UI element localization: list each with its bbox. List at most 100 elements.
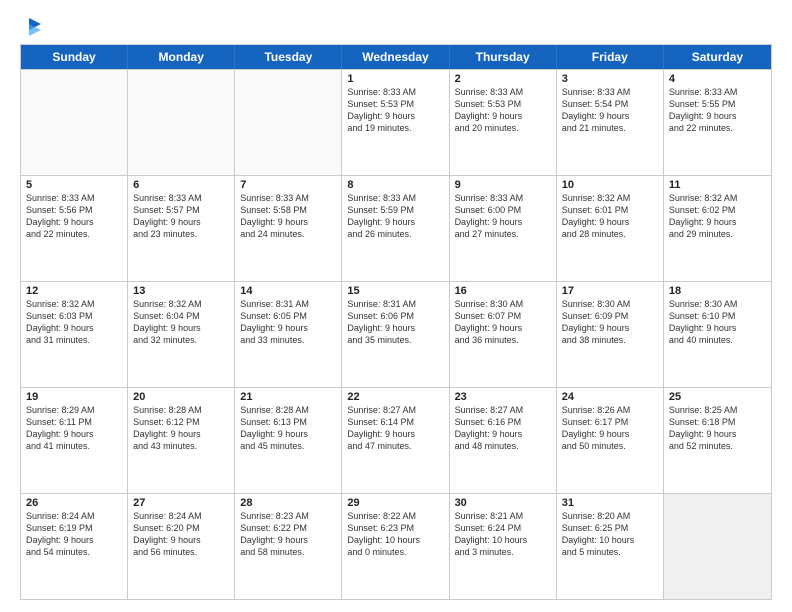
cell-line: Sunset: 6:14 PM [347, 416, 443, 428]
calendar-cell: 22Sunrise: 8:27 AMSunset: 6:14 PMDayligh… [342, 388, 449, 493]
cell-line: and 31 minutes. [26, 334, 122, 346]
cell-line: Sunrise: 8:24 AM [133, 510, 229, 522]
cell-line: Sunrise: 8:33 AM [347, 192, 443, 204]
day-number: 19 [26, 391, 122, 403]
calendar-cell: 10Sunrise: 8:32 AMSunset: 6:01 PMDayligh… [557, 176, 664, 281]
day-number: 10 [562, 179, 658, 191]
cell-line: Sunrise: 8:23 AM [240, 510, 336, 522]
day-number: 13 [133, 285, 229, 297]
day-number: 14 [240, 285, 336, 297]
cell-line: Sunset: 6:00 PM [455, 204, 551, 216]
day-number: 26 [26, 497, 122, 509]
day-number: 27 [133, 497, 229, 509]
calendar-cell [128, 70, 235, 175]
cell-line: Sunset: 5:55 PM [669, 98, 766, 110]
cell-line: Sunrise: 8:33 AM [455, 86, 551, 98]
cell-line: and 32 minutes. [133, 334, 229, 346]
cell-line: Daylight: 10 hours [455, 534, 551, 546]
day-number: 1 [347, 73, 443, 85]
calendar-cell: 7Sunrise: 8:33 AMSunset: 5:58 PMDaylight… [235, 176, 342, 281]
cell-line: Sunset: 5:59 PM [347, 204, 443, 216]
cell-line: Sunrise: 8:33 AM [669, 86, 766, 98]
calendar-cell: 16Sunrise: 8:30 AMSunset: 6:07 PMDayligh… [450, 282, 557, 387]
cell-line: and 38 minutes. [562, 334, 658, 346]
day-number: 3 [562, 73, 658, 85]
calendar-cell [235, 70, 342, 175]
cell-line: Sunset: 6:12 PM [133, 416, 229, 428]
calendar-header-cell: Thursday [450, 45, 557, 69]
cell-line: Sunrise: 8:30 AM [669, 298, 766, 310]
cell-line: Sunrise: 8:27 AM [455, 404, 551, 416]
cell-line: Sunrise: 8:32 AM [133, 298, 229, 310]
cell-line: and 54 minutes. [26, 546, 122, 558]
cell-line: and 23 minutes. [133, 228, 229, 240]
cell-line: Sunset: 5:53 PM [455, 98, 551, 110]
cell-line: and 47 minutes. [347, 440, 443, 452]
cell-line: and 29 minutes. [669, 228, 766, 240]
calendar-cell: 12Sunrise: 8:32 AMSunset: 6:03 PMDayligh… [21, 282, 128, 387]
calendar-week-row: 19Sunrise: 8:29 AMSunset: 6:11 PM Dayligh… [21, 387, 771, 493]
cell-line: Daylight: 9 hours [26, 322, 122, 334]
cell-line: Sunrise: 8:28 AM [133, 404, 229, 416]
cell-line: and 24 minutes. [240, 228, 336, 240]
cell-line: Sunrise: 8:21 AM [455, 510, 551, 522]
cell-line: and 27 minutes. [455, 228, 551, 240]
cell-line: Daylight: 9 hours [240, 428, 336, 440]
cell-line: Sunrise: 8:33 AM [347, 86, 443, 98]
page: SundayMondayTuesdayWednesdayThursdayFrid… [0, 0, 792, 612]
cell-line: Daylight: 9 hours [347, 110, 443, 122]
cell-line: Daylight: 9 hours [562, 110, 658, 122]
day-number: 6 [133, 179, 229, 191]
cell-line: Sunrise: 8:33 AM [562, 86, 658, 98]
day-number: 22 [347, 391, 443, 403]
cell-line: Sunset: 6:13 PM [240, 416, 336, 428]
calendar-header-cell: Friday [557, 45, 664, 69]
cell-line: and 5 minutes. [562, 546, 658, 558]
cell-line: Daylight: 9 hours [562, 216, 658, 228]
calendar-cell: 9Sunrise: 8:33 AMSunset: 6:00 PMDaylight… [450, 176, 557, 281]
cell-line: and 26 minutes. [347, 228, 443, 240]
cell-line: Sunrise: 8:31 AM [347, 298, 443, 310]
cell-line: Sunset: 6:19 PM [26, 522, 122, 534]
day-number: 2 [455, 73, 551, 85]
day-number: 15 [347, 285, 443, 297]
cell-line: Daylight: 9 hours [240, 534, 336, 546]
cell-line: Daylight: 9 hours [455, 322, 551, 334]
calendar-cell: 24Sunrise: 8:26 AMSunset: 6:17 PMDayligh… [557, 388, 664, 493]
cell-line: Sunset: 6:18 PM [669, 416, 766, 428]
cell-line: Sunrise: 8:29 AM [26, 404, 122, 416]
cell-line: Sunset: 6:17 PM [562, 416, 658, 428]
cell-line: Sunrise: 8:33 AM [133, 192, 229, 204]
calendar-body: 1Sunrise: 8:33 AMSunset: 5:53 PMDaylight… [21, 69, 771, 599]
calendar-cell: 8Sunrise: 8:33 AMSunset: 5:59 PMDaylight… [342, 176, 449, 281]
cell-line: Daylight: 9 hours [347, 216, 443, 228]
cell-line: and 22 minutes. [669, 122, 766, 134]
cell-line: Sunset: 6:05 PM [240, 310, 336, 322]
calendar-cell: 13Sunrise: 8:32 AMSunset: 6:04 PMDayligh… [128, 282, 235, 387]
calendar-cell: 25Sunrise: 8:25 AMSunset: 6:18 PMDayligh… [664, 388, 771, 493]
day-number: 29 [347, 497, 443, 509]
calendar-header-cell: Monday [128, 45, 235, 69]
calendar-cell: 28Sunrise: 8:23 AMSunset: 6:22 PMDayligh… [235, 494, 342, 599]
calendar-cell: 19Sunrise: 8:29 AMSunset: 6:11 PMDayligh… [21, 388, 128, 493]
cell-line: Daylight: 9 hours [455, 216, 551, 228]
day-number: 18 [669, 285, 766, 297]
calendar-cell: 17Sunrise: 8:30 AMSunset: 6:09 PMDayligh… [557, 282, 664, 387]
calendar-header-cell: Wednesday [342, 45, 449, 69]
cell-line: Sunrise: 8:33 AM [455, 192, 551, 204]
day-number: 8 [347, 179, 443, 191]
cell-line: Sunset: 6:10 PM [669, 310, 766, 322]
cell-line: Sunrise: 8:32 AM [26, 298, 122, 310]
calendar-header-cell: Saturday [664, 45, 771, 69]
cell-line: and 45 minutes. [240, 440, 336, 452]
cell-line: Daylight: 9 hours [26, 534, 122, 546]
day-number: 9 [455, 179, 551, 191]
cell-line: Daylight: 9 hours [240, 322, 336, 334]
cell-line: Sunset: 6:23 PM [347, 522, 443, 534]
cell-line: and 48 minutes. [455, 440, 551, 452]
day-number: 24 [562, 391, 658, 403]
cell-line: Sunrise: 8:22 AM [347, 510, 443, 522]
cell-line: Daylight: 9 hours [669, 216, 766, 228]
day-number: 25 [669, 391, 766, 403]
cell-line: Sunset: 6:11 PM [26, 416, 122, 428]
